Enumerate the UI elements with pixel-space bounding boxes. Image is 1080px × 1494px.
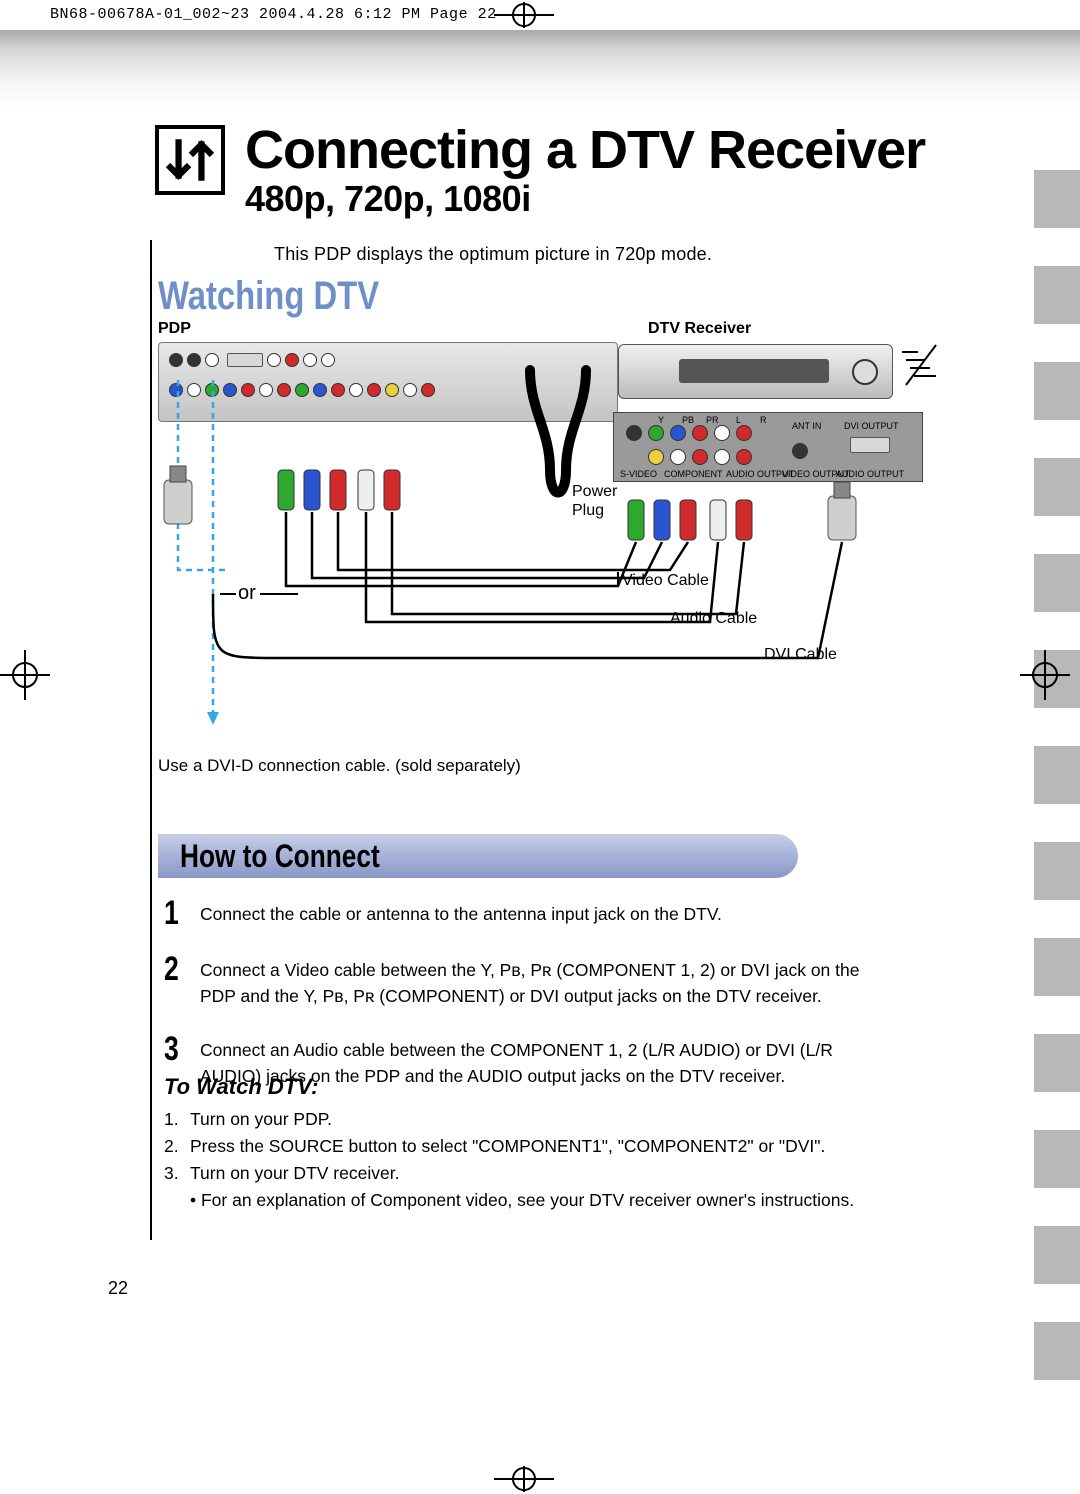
- or-label: or: [238, 582, 256, 605]
- video-cable-label: Video Cable: [622, 572, 709, 590]
- pdp-rear-panel: [158, 342, 618, 422]
- to-watch-list: 1.Turn on your PDP. 2.Press the SOURCE b…: [164, 1106, 884, 1215]
- pdp-label: PDP: [158, 320, 191, 338]
- dtv-receiver-front: [618, 344, 893, 399]
- antenna-icon: [896, 340, 946, 390]
- connection-diagram: PDP DTV Receiver Y P: [158, 320, 928, 750]
- transfer-icon: [155, 125, 225, 195]
- title-block: Connecting a DTV Receiver 480p, 720p, 10…: [155, 125, 925, 220]
- dtv-rear-panel: Y PB PR L R ANT IN DVI OUTPUT S-VIDEO CO…: [613, 412, 923, 482]
- crop-mark-top: [494, 2, 554, 28]
- dvi-cable-label: DVI Cable: [764, 646, 837, 664]
- dvi-note: Use a DVI-D connection cable. (sold sepa…: [158, 756, 521, 776]
- step-1: 1 Connect the cable or antenna to the an…: [164, 896, 884, 930]
- watching-heading: Watching DTV: [158, 274, 379, 319]
- brushed-metal-strip: [0, 30, 1080, 125]
- page-title: Connecting a DTV Receiver: [245, 125, 925, 176]
- step-2: 2 Connect a Video cable between the Y, P…: [164, 952, 884, 1010]
- crop-mark-bottom: [494, 1466, 554, 1492]
- page-subtitle: 480p, 720p, 1080i: [245, 178, 925, 220]
- page-number: 22: [108, 1278, 128, 1299]
- crop-mark-right: [1020, 650, 1070, 700]
- audio-cable-label: Audio Cable: [670, 610, 757, 628]
- content-rule: [150, 240, 152, 1240]
- crop-mark-left: [0, 650, 50, 700]
- how-to-connect-heading: How to Connect: [158, 834, 798, 878]
- intro-text: This PDP displays the optimum picture in…: [274, 244, 712, 265]
- side-tabs: [1034, 170, 1080, 1418]
- file-header: BN68-00678A-01_002~23 2004.4.28 6:12 PM …: [50, 6, 497, 23]
- dtv-receiver-label: DTV Receiver: [648, 320, 751, 338]
- to-watch-heading: To Watch DTV:: [164, 1074, 318, 1100]
- power-plug-label: Power Plug: [572, 482, 617, 520]
